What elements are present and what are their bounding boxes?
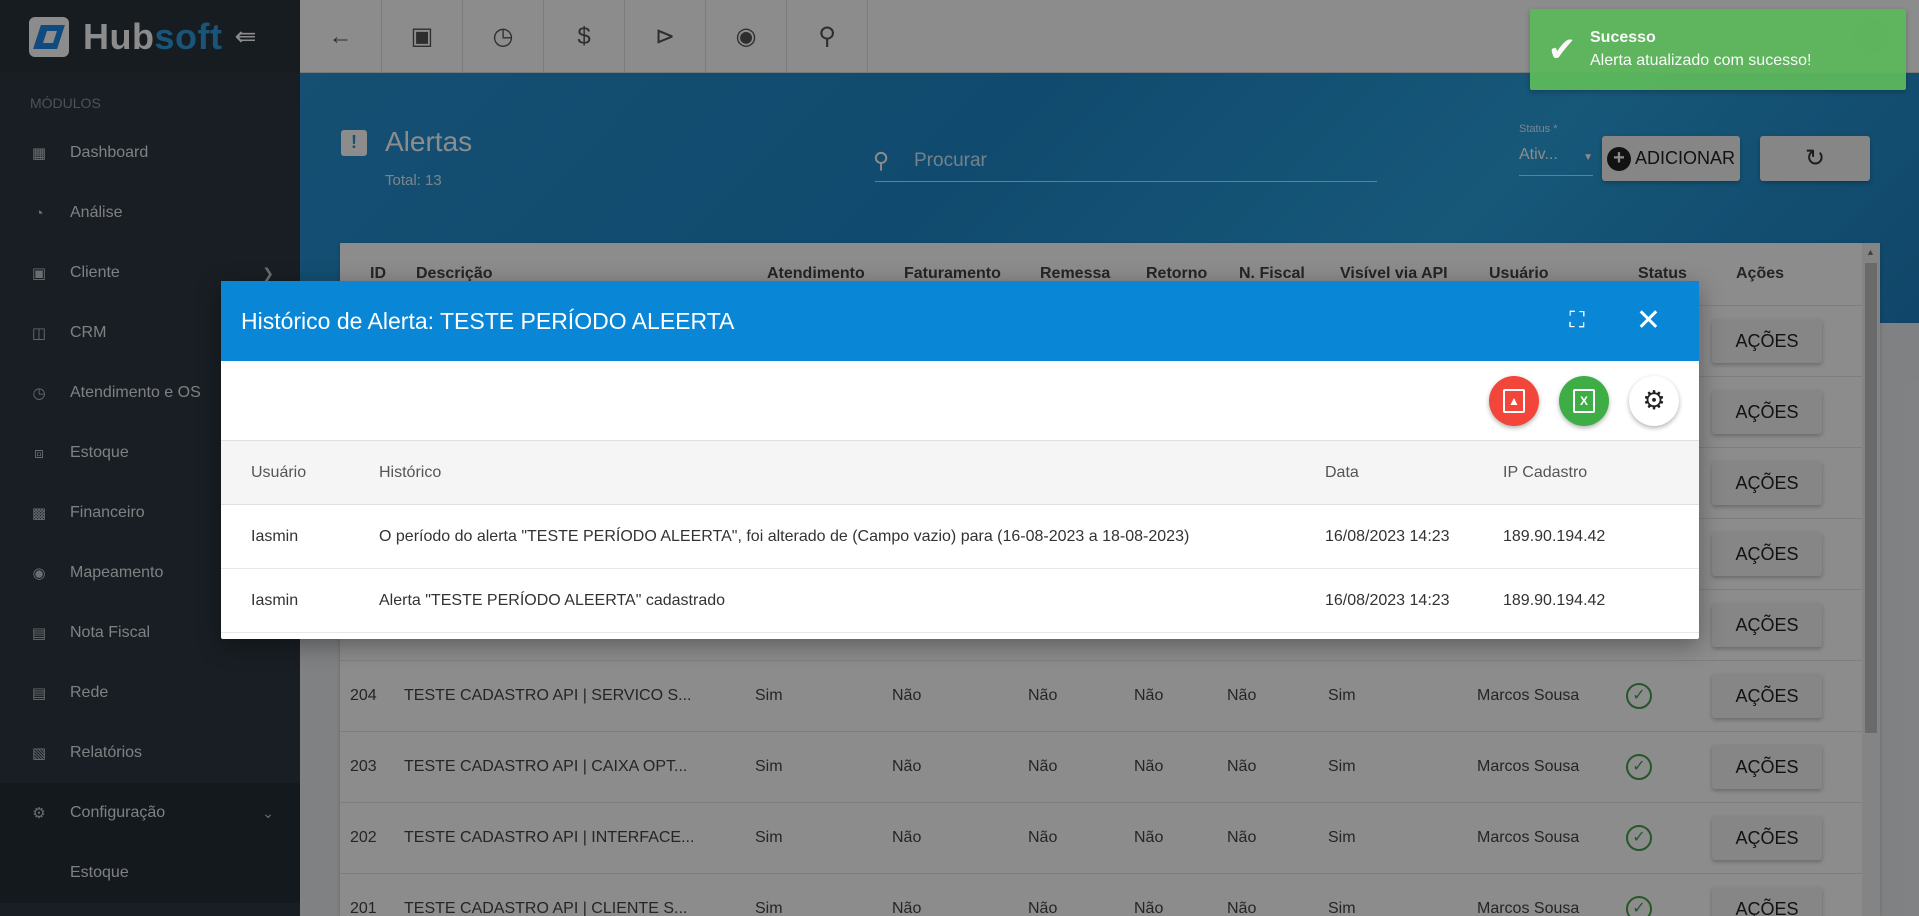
success-toast[interactable]: ✔ Sucesso Alerta atualizado com sucesso!: [1530, 9, 1906, 90]
toast-message: Alerta atualizado com sucesso!: [1590, 52, 1812, 69]
close-icon[interactable]: ✕: [1636, 303, 1661, 338]
checkmark-icon: ✔: [1547, 30, 1577, 69]
settings-button[interactable]: ⚙: [1629, 375, 1679, 426]
toast-content: Sucesso Alerta atualizado com sucesso!: [1590, 29, 1811, 70]
gear-icon: ⚙: [1642, 385, 1666, 415]
export-excel-button[interactable]: X: [1559, 375, 1609, 426]
toast-title: Sucesso: [1590, 29, 1656, 46]
fullscreen-icon[interactable]: ⛶: [1563, 307, 1591, 335]
history-table-header: Usuário Histórico Data IP Cadastro: [221, 441, 1699, 505]
pdf-icon: ▲: [1503, 388, 1525, 413]
dialog-toolbar: ▲ X ⚙: [221, 361, 1699, 441]
export-pdf-button[interactable]: ▲: [1489, 375, 1539, 426]
history-row: Iasmin O período do alerta "TESTE PERÍOD…: [221, 505, 1699, 569]
dialog-header: Histórico de Alerta: TESTE PERÍODO ALEER…: [221, 281, 1699, 361]
history-row: Iasmin Alerta "TESTE PERÍODO ALEERTA" ca…: [221, 569, 1699, 633]
dialog-title: Histórico de Alerta: TESTE PERÍODO ALEER…: [241, 307, 735, 334]
excel-icon: X: [1573, 388, 1595, 413]
history-dialog: Histórico de Alerta: TESTE PERÍODO ALEER…: [221, 281, 1699, 639]
